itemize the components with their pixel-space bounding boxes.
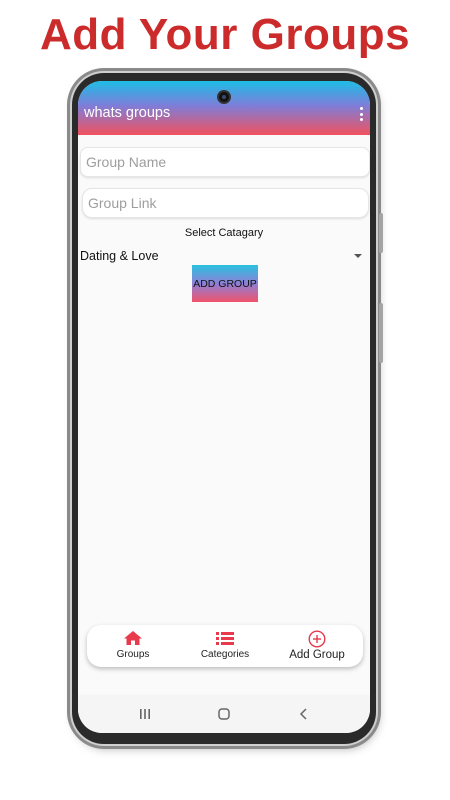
system-navigation-bar [78, 695, 370, 733]
nav-item-groups[interactable]: Groups [87, 625, 179, 667]
phone-screen: whats groups Select Catagary Dating & Lo… [78, 81, 370, 733]
promo-screen: Add Your Groups whats groups Select Cata… [0, 0, 450, 800]
nav-item-add-group[interactable]: Add Group [271, 625, 363, 667]
overflow-menu-icon[interactable] [358, 107, 364, 121]
phone-volume-button [379, 213, 383, 253]
phone-frame: whats groups Select Catagary Dating & Lo… [72, 73, 383, 744]
bottom-navigation: Groups Categories Add Group [87, 625, 363, 667]
phone-power-button [379, 303, 383, 363]
group-link-input[interactable] [83, 189, 368, 217]
group-link-field[interactable] [82, 188, 369, 218]
back-icon[interactable] [297, 707, 311, 721]
add-circle-icon [308, 630, 326, 648]
nav-label-categories: Categories [200, 649, 250, 660]
nav-label-add-group: Add Group [289, 649, 345, 661]
home-button-icon[interactable] [217, 707, 231, 721]
list-icon [216, 632, 234, 645]
app-title: whats groups [84, 105, 171, 121]
app-bar: whats groups [78, 81, 370, 135]
group-name-field[interactable] [80, 147, 370, 177]
nav-item-categories[interactable]: Categories [179, 625, 271, 667]
category-dropdown[interactable]: Dating & Love [80, 246, 368, 266]
nav-label-groups: Groups [116, 649, 150, 660]
dropdown-arrow-icon [354, 254, 362, 258]
front-camera-icon [217, 90, 231, 104]
promo-headline: Add Your Groups [39, 10, 411, 59]
group-name-input[interactable] [81, 148, 369, 176]
home-icon [124, 631, 142, 645]
recents-icon[interactable] [138, 707, 152, 721]
add-group-button[interactable]: ADD GROUP [192, 265, 258, 302]
category-label: Select Catagary [184, 227, 264, 239]
category-selected-value: Dating & Love [80, 249, 159, 263]
